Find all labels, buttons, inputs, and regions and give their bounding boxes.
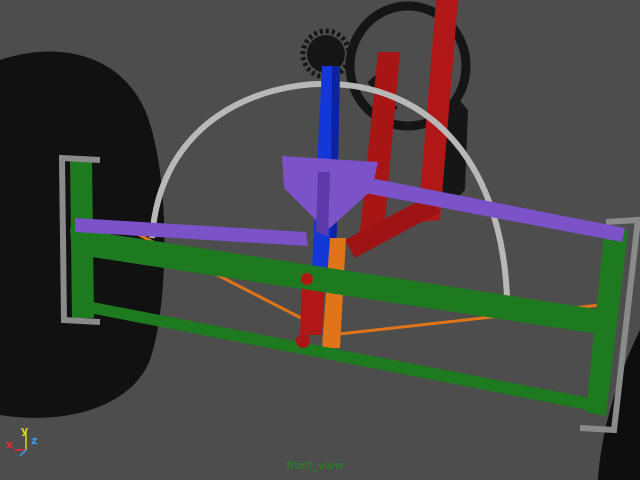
scene-canvas[interactable]: [0, 0, 640, 480]
lower-joint[interactable]: [296, 334, 310, 348]
axis-y-label: y: [21, 424, 29, 437]
pitman-arm: [316, 172, 330, 236]
3d-viewport[interactable]: front_view x y z: [0, 0, 640, 480]
camera-name-label: front_view: [286, 459, 344, 472]
axis-x-label: x: [6, 438, 14, 451]
axis-gizmo: x y z: [6, 424, 46, 458]
left-kingpin[interactable]: [70, 160, 94, 318]
center-joint[interactable]: [301, 273, 313, 285]
axis-z-label: z: [31, 434, 38, 447]
